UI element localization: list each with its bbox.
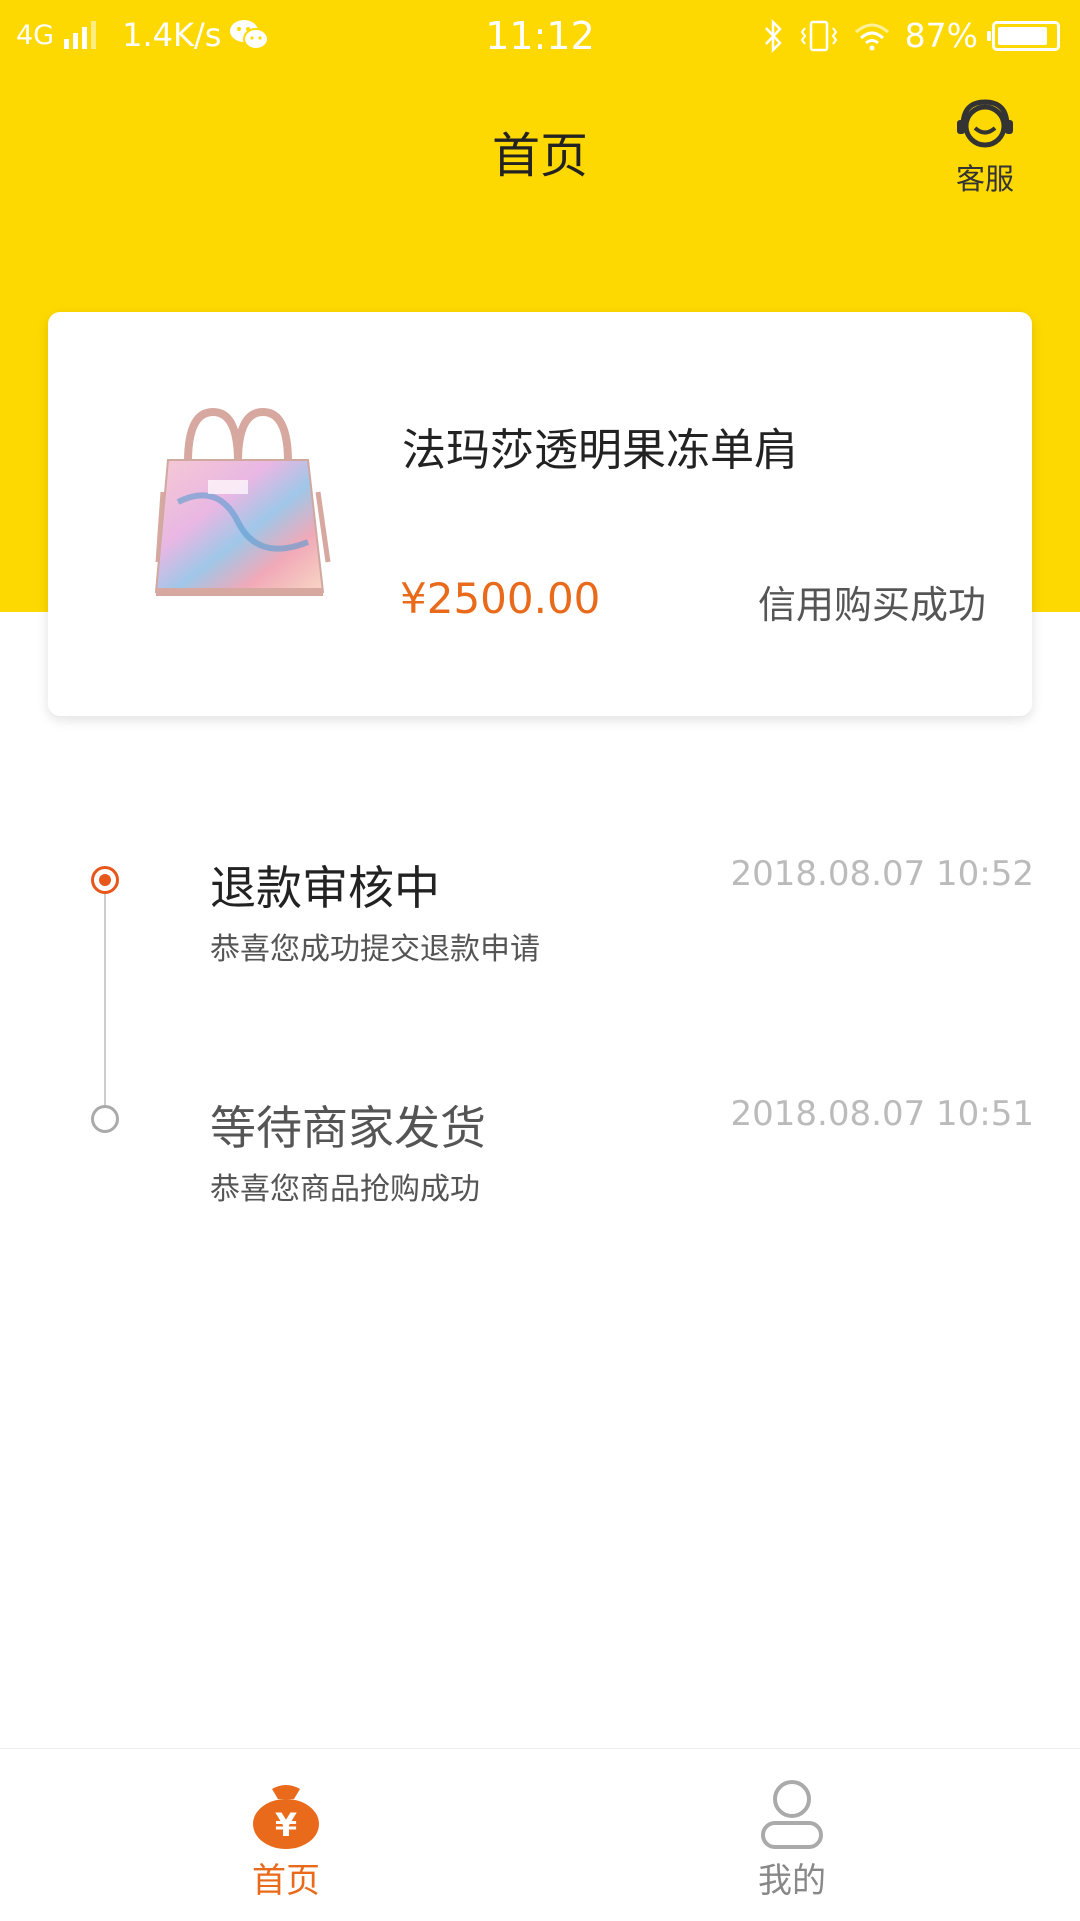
battery-icon [987,20,1060,51]
money-bag-icon: ¥ [253,1785,319,1849]
purchase-status: 信用购买成功 [757,583,986,627]
status-bar: 4G 1.4K/s 11:12 87% [0,0,1080,74]
product-card[interactable]: 法玛莎透明果冻单肩 ¥2500.00 信用购买成功 [48,312,1032,716]
battery-level [998,26,1047,45]
bluetooth-icon [764,18,782,53]
user-icon [761,1780,823,1849]
customer-service-label: 客服 [955,162,1014,196]
timeline-item-desc: 恭喜您商品抢购成功 [210,1172,480,1207]
timeline-item-time: 2018.08.07 10:52 [730,854,1034,894]
product-name: 法玛莎透明果冻单肩 [402,425,798,476]
battery-percent: 87% [904,16,978,55]
timeline-item-desc: 恭喜您成功提交退款申请 [210,932,540,967]
timeline-dot-inactive [91,1105,119,1133]
timeline-item-title: 退款审核中 [210,861,440,915]
nav-tab-mine[interactable]: 我的 [522,1749,1062,1921]
product-price: ¥2500.00 [400,574,601,623]
wifi-icon [854,23,889,50]
timeline-dot-active [91,866,119,894]
headset-icon [957,99,1013,148]
nav-tab-label: 首页 [252,1861,320,1901]
svg-text:¥: ¥ [275,1806,297,1844]
handbag-image [154,407,331,596]
vibrate-icon [800,20,837,51]
timeline-item-time: 2018.08.07 10:51 [730,1094,1034,1134]
timeline-connector [104,880,106,1118]
page-title: 首页 [491,128,588,184]
timeline-item-title: 等待商家发货 [210,1101,486,1155]
bottom-navigation: ¥ 首页 我的 [0,1748,1080,1921]
customer-service-button[interactable]: 客服 [940,96,1030,198]
nav-tab-home[interactable]: ¥ 首页 [16,1749,556,1921]
nav-tab-label: 我的 [758,1861,826,1901]
